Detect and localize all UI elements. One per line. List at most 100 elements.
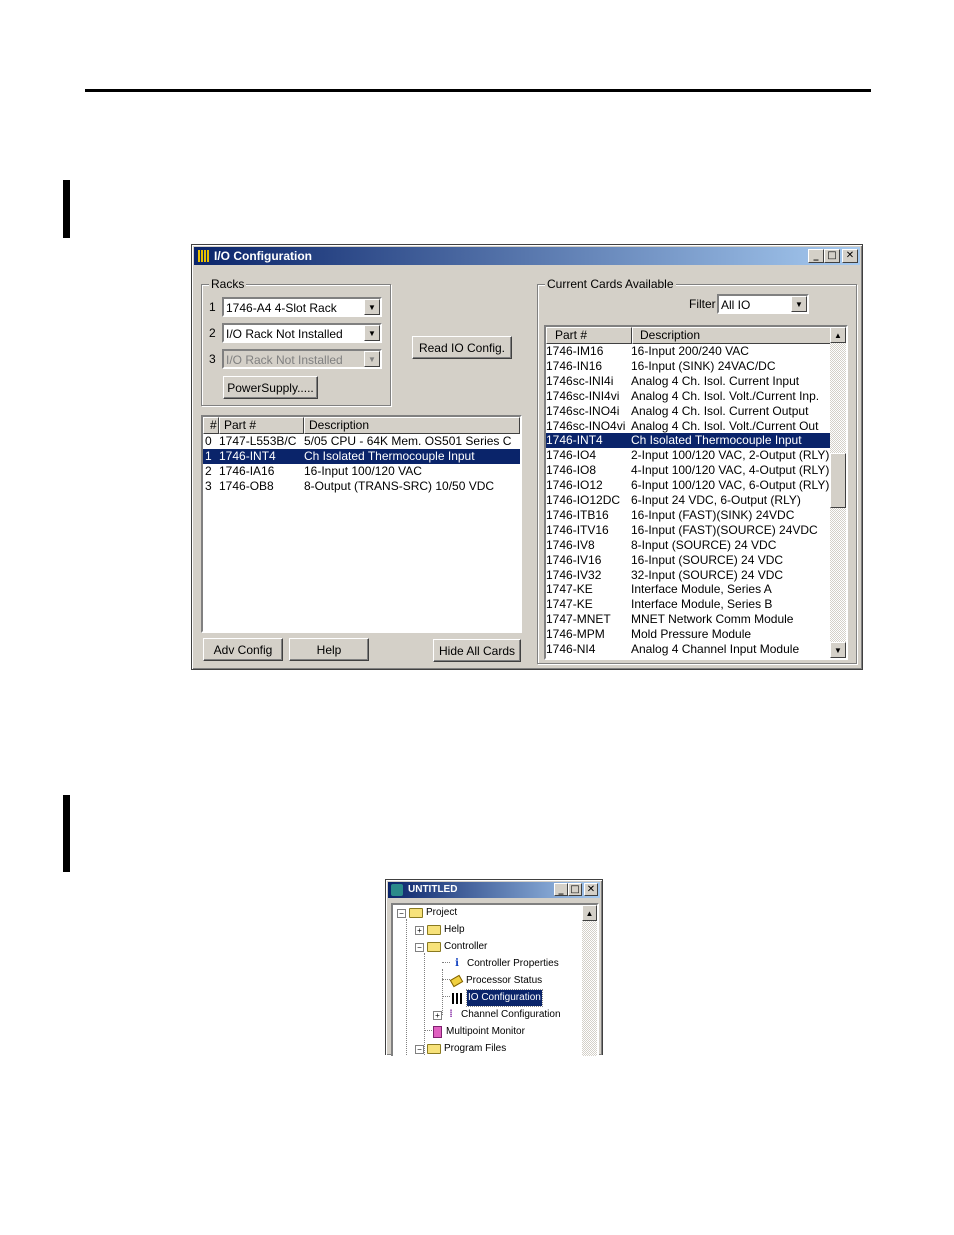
scroll-down-icon[interactable]: ▼ xyxy=(830,642,846,658)
tree-label: Controller Properties xyxy=(467,958,559,969)
tree-node-io-configuration[interactable]: IO Configuration xyxy=(451,989,543,1007)
rack-slots-list[interactable]: # Part # Description 0 1747-L553B/C 5/05 C… xyxy=(201,415,522,633)
slot-row[interactable]: 1 1746-INT4 Ch Isolated Thermocouple Input xyxy=(203,449,520,464)
maximize-icon[interactable]: □ xyxy=(568,883,582,896)
card-desc: Interface Module, Series B xyxy=(631,597,773,612)
read-io-config-button[interactable]: Read IO Config. xyxy=(412,336,512,359)
card-part: 1747-KE xyxy=(546,582,593,597)
slot-desc: 5/05 CPU - 64K Mem. OS501 Series C xyxy=(304,434,512,448)
slot-num: 2 xyxy=(205,464,212,478)
dropdown-arrow-icon[interactable]: ▼ xyxy=(364,299,380,315)
card-row[interactable]: 1746-INT4 Ch Isolated Thermocouple Input xyxy=(546,433,830,449)
expand-icon[interactable]: + xyxy=(433,1010,442,1020)
tree-node-multipoint-monitor[interactable]: Multipoint Monitor xyxy=(433,1024,525,1040)
card-row[interactable]: 1746-IN16 16-Input (SINK) 24VAC/DC xyxy=(546,359,830,374)
tree-node-help[interactable]: + Help xyxy=(415,922,465,938)
card-row[interactable]: 1746-IO4 2-Input 100/120 VAC, 2-Output (… xyxy=(546,448,830,463)
page-top-rule xyxy=(85,89,871,92)
cards-scrollbar[interactable]: ▲ ▼ xyxy=(830,327,846,658)
card-row[interactable]: 1747-KE Interface Module, Series B xyxy=(546,597,830,612)
card-row[interactable]: 1746-IO12DC 6-Input 24 VDC, 6-Output (RL… xyxy=(546,493,830,508)
card-part: 1746-IM16 xyxy=(546,344,604,358)
scroll-thumb[interactable] xyxy=(830,453,846,508)
card-desc: 16-Input (SOURCE) 24 VDC xyxy=(631,552,784,567)
power-supply-label: PowerSupply..... xyxy=(227,380,314,395)
project-window-titlebar[interactable]: UNTITLED _ □ ✕ xyxy=(388,882,600,898)
card-part: 1746-NI4 xyxy=(546,642,596,656)
card-row[interactable]: 1747-KE Interface Module, Series A xyxy=(546,582,830,597)
cards-available-list[interactable]: Part # Description 1746-IM16 16-Input 200… xyxy=(544,325,848,660)
card-row[interactable]: 1746sc-INI4vi Analog 4 Ch. Isol. Volt./Cu… xyxy=(546,389,830,404)
racks-label: Racks xyxy=(209,277,247,291)
current-cards-label: Current Cards Available xyxy=(545,277,676,291)
expand-icon[interactable]: + xyxy=(415,925,424,935)
rack-1-select[interactable]: 1746-A4 4-Slot Rack ▼ xyxy=(222,297,382,317)
slot-part: 1747-L553B/C xyxy=(219,434,297,448)
card-row[interactable]: 1746sc-INI4i Analog 4 Ch. Isol. Current I… xyxy=(546,374,830,389)
folder-icon xyxy=(427,925,441,935)
card-row[interactable]: 1746-IM16 16-Input 200/240 VAC xyxy=(546,344,830,359)
card-row[interactable]: 1746-NI4 Analog 4 Channel Input Module xyxy=(546,642,830,657)
slot-num: 0 xyxy=(205,434,212,448)
collapse-icon[interactable]: − xyxy=(415,942,424,952)
slot-num: 3 xyxy=(205,479,212,493)
close-icon[interactable]: ✕ xyxy=(842,249,858,263)
project-window: UNTITLED _ □ ✕ − Project + Help − Contro… xyxy=(385,879,603,1056)
margin-change-bar xyxy=(63,180,70,238)
column-header-part[interactable]: Part # xyxy=(219,417,304,434)
tree-node-channel-configuration[interactable]: + ⁞ Channel Configuration xyxy=(433,1007,561,1023)
card-row[interactable]: 1747-MNET MNET Network Comm Module xyxy=(546,612,830,627)
scroll-up-icon[interactable]: ▲ xyxy=(830,327,846,343)
slot-desc: Ch Isolated Thermocouple Input xyxy=(304,449,475,463)
card-desc: Analog 4 Ch. Isol. Current Output xyxy=(631,403,809,418)
tree-node-program-files[interactable]: − Program Files xyxy=(415,1041,506,1056)
slot-num: 1 xyxy=(205,449,212,463)
channel-config-icon: ⁞ xyxy=(449,1009,453,1020)
help-button[interactable]: Help xyxy=(289,638,369,661)
card-row[interactable]: 1746sc-INO4vi Analog 4 Ch. Isol. Volt./Cu… xyxy=(546,419,830,434)
column-header-part[interactable]: Part # xyxy=(546,327,632,344)
card-row[interactable]: 1746-IO12 6-Input 100/120 VAC, 6-Output … xyxy=(546,478,830,493)
card-part: 1746sc-INI4i xyxy=(546,373,614,388)
collapse-icon[interactable]: − xyxy=(397,908,406,918)
tree-label: Help xyxy=(444,924,465,935)
minimize-icon[interactable]: _ xyxy=(808,249,824,263)
maximize-icon[interactable]: □ xyxy=(824,249,840,263)
dialog-titlebar[interactable]: I/O Configuration _ □ ✕ xyxy=(194,247,860,265)
card-row[interactable]: 1746sc-INO4i Analog 4 Ch. Isol. Current O… xyxy=(546,404,830,419)
scroll-up-icon[interactable]: ▲ xyxy=(582,905,597,921)
card-row[interactable]: 1746-IV32 32-Input (SOURCE) 24 VDC xyxy=(546,568,830,583)
tree-scrollbar[interactable]: ▲ xyxy=(582,905,597,1056)
power-supply-button[interactable]: PowerSupply..... xyxy=(223,376,318,399)
rack-2-select[interactable]: I/O Rack Not Installed ▼ xyxy=(222,323,382,343)
slot-row[interactable]: 3 1746-OB8 8-Output (TRANS-SRC) 10/50 VDC xyxy=(203,479,520,494)
dropdown-arrow-icon[interactable]: ▼ xyxy=(364,325,380,341)
card-desc: 8-Input (SOURCE) 24 VDC xyxy=(631,537,777,552)
adv-config-button[interactable]: Adv Config xyxy=(203,638,283,661)
tree-node-processor-status[interactable]: Processor Status xyxy=(449,973,542,989)
dropdown-arrow-icon[interactable]: ▼ xyxy=(791,296,807,312)
column-header-description[interactable]: Description xyxy=(632,327,832,344)
column-header-description[interactable]: Description xyxy=(304,417,520,434)
io-configuration-dialog: I/O Configuration _ □ ✕ Racks 1 1746-A4 … xyxy=(191,244,863,670)
filter-select[interactable]: All IO ▼ xyxy=(717,294,809,314)
hide-all-cards-button[interactable]: Hide All Cards xyxy=(433,639,521,662)
card-row[interactable]: 1746-IV8 8-Input (SOURCE) 24 VDC xyxy=(546,538,830,553)
slot-row[interactable]: 2 1746-IA16 16-Input 100/120 VAC xyxy=(203,464,520,479)
tree-node-controller-properties[interactable]: i Controller Properties xyxy=(451,956,559,972)
card-row[interactable]: 1746-IO8 4-Input 100/120 VAC, 4-Output (… xyxy=(546,463,830,478)
card-row[interactable]: 1746-ITB16 16-Input (FAST)(SINK) 24VDC xyxy=(546,508,830,523)
tree-node-controller[interactable]: − Controller xyxy=(415,939,487,955)
close-icon[interactable]: ✕ xyxy=(584,883,598,896)
tree-node-project[interactable]: − Project xyxy=(397,905,457,921)
minimize-icon[interactable]: _ xyxy=(554,883,568,896)
card-row[interactable]: 1746-ITV16 16-Input (FAST)(SOURCE) 24VDC xyxy=(546,523,830,538)
monitor-icon xyxy=(433,1026,442,1038)
card-row[interactable]: 1746-MPM Mold Pressure Module xyxy=(546,627,830,642)
column-header-num[interactable]: # xyxy=(203,417,219,434)
card-part: 1747-KE xyxy=(546,597,593,612)
card-row[interactable]: 1746-IV16 16-Input (SOURCE) 24 VDC xyxy=(546,553,830,568)
slot-row[interactable]: 0 1747-L553B/C 5/05 CPU - 64K Mem. OS501 S… xyxy=(203,434,520,449)
collapse-icon[interactable]: − xyxy=(415,1044,424,1054)
project-tree[interactable]: − Project + Help − Controller i Controll… xyxy=(391,903,599,1056)
